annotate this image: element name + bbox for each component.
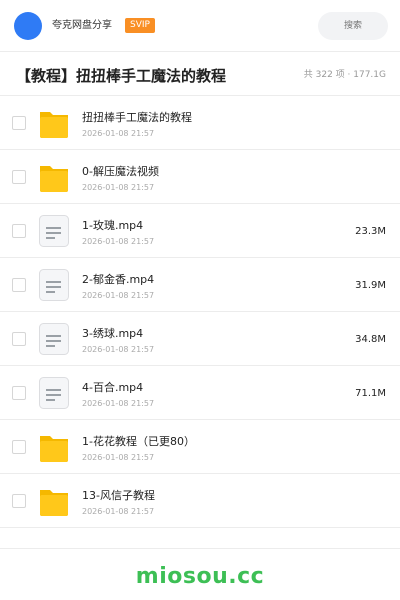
top-bar: 夸克网盘分享 SVIP bbox=[0, 0, 400, 52]
row-checkbox[interactable] bbox=[12, 170, 26, 184]
file-size: 71.1M bbox=[355, 388, 386, 399]
file-list: 扭扭棒手工魔法的教程 2026-01-08 21:57 0-解压魔法视频 202… bbox=[0, 96, 400, 528]
file-icon bbox=[39, 215, 69, 247]
row-checkbox[interactable] bbox=[12, 386, 26, 400]
svip-badge: SVIP bbox=[125, 18, 155, 33]
folder-icon bbox=[40, 436, 68, 462]
file-name: 3-绣球.mp4 bbox=[82, 327, 144, 340]
file-name: 0-解压魔法视频 bbox=[82, 165, 159, 178]
file-icon bbox=[39, 269, 69, 301]
file-row[interactable]: 13-风信子教程 2026-01-08 21:57 bbox=[0, 474, 400, 528]
folder-title: 【教程】扭扭棒手工魔法的教程 bbox=[16, 67, 227, 85]
file-date: 2026-01-08 21:57 bbox=[82, 345, 155, 354]
file-date: 2026-01-08 21:57 bbox=[82, 453, 155, 462]
row-checkbox[interactable] bbox=[12, 440, 26, 454]
file-row[interactable]: 3-绣球.mp4 2026-01-08 21:57 34.8M bbox=[0, 312, 400, 366]
file-name: 2-郁金香.mp4 bbox=[82, 273, 155, 286]
row-checkbox[interactable] bbox=[12, 332, 26, 346]
folder-header: 【教程】扭扭棒手工魔法的教程 共 322 项 · 177.1G bbox=[0, 52, 400, 96]
file-size: 23.3M bbox=[355, 226, 386, 237]
file-name: 13-风信子教程 bbox=[82, 489, 155, 502]
file-size: 31.9M bbox=[355, 280, 386, 291]
file-name: 1-玫瑰.mp4 bbox=[82, 219, 144, 232]
file-name: 4-百合.mp4 bbox=[82, 381, 144, 394]
file-row[interactable]: 4-百合.mp4 2026-01-08 21:57 71.1M bbox=[0, 366, 400, 420]
file-date: 2026-01-08 21:57 bbox=[82, 237, 155, 246]
row-checkbox[interactable] bbox=[12, 224, 26, 238]
file-date: 2026-01-08 21:57 bbox=[82, 129, 155, 138]
file-icon bbox=[39, 323, 69, 355]
watermark-brand: miosou.cc bbox=[135, 564, 265, 589]
avatar[interactable] bbox=[14, 12, 42, 40]
file-row[interactable]: 扭扭棒手工魔法的教程 2026-01-08 21:57 bbox=[0, 96, 400, 150]
row-checkbox[interactable] bbox=[12, 494, 26, 508]
folder-icon bbox=[40, 490, 68, 516]
file-name: 扭扭棒手工魔法的教程 bbox=[82, 111, 192, 124]
file-row[interactable]: 2-郁金香.mp4 2026-01-08 21:57 31.9M bbox=[0, 258, 400, 312]
file-name: 1-花花教程（已更80） bbox=[82, 435, 195, 448]
row-checkbox[interactable] bbox=[12, 116, 26, 130]
file-date: 2026-01-08 21:57 bbox=[82, 399, 155, 408]
folder-icon bbox=[40, 166, 68, 192]
footer: miosou.cc bbox=[0, 548, 400, 600]
search-input[interactable] bbox=[318, 12, 388, 40]
file-row[interactable]: 1-花花教程（已更80） 2026-01-08 21:57 bbox=[0, 420, 400, 474]
file-size: 34.8M bbox=[355, 334, 386, 345]
folder-icon bbox=[40, 112, 68, 138]
file-row[interactable]: 1-玫瑰.mp4 2026-01-08 21:57 23.3M bbox=[0, 204, 400, 258]
file-date: 2026-01-08 21:57 bbox=[82, 291, 155, 300]
file-row[interactable]: 0-解压魔法视频 2026-01-08 21:57 bbox=[0, 150, 400, 204]
file-date: 2026-01-08 21:57 bbox=[82, 183, 155, 192]
folder-summary: 共 322 项 · 177.1G bbox=[303, 70, 386, 80]
file-date: 2026-01-08 21:57 bbox=[82, 507, 155, 516]
file-icon bbox=[39, 377, 69, 409]
row-checkbox[interactable] bbox=[12, 278, 26, 292]
share-source-label: 夸克网盘分享 bbox=[52, 20, 112, 31]
